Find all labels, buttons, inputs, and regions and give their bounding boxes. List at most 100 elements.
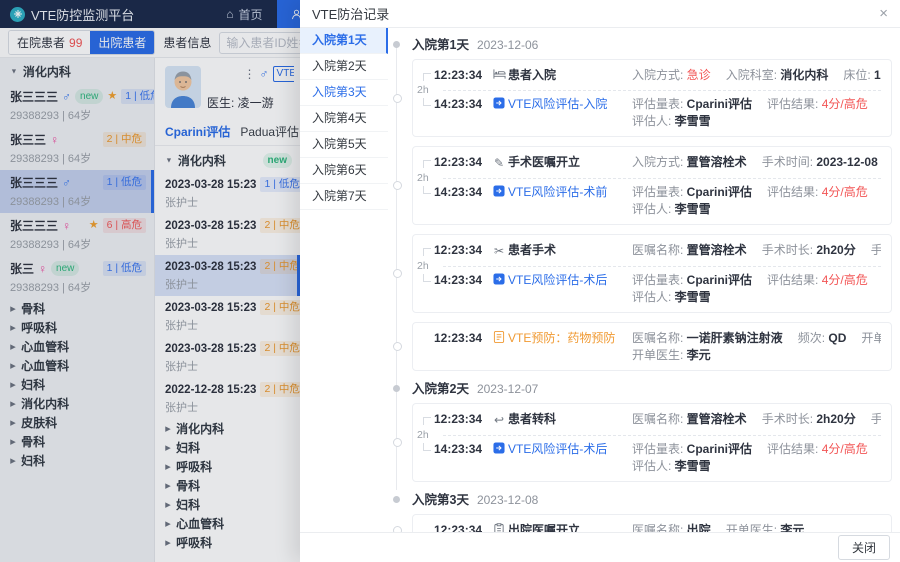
day-tab-入院第4天[interactable]: 入院第4天: [300, 106, 388, 132]
field-value: Cparini评估: [687, 185, 752, 199]
field-label: 评估结果:: [767, 273, 822, 287]
field-value: Cparini评估: [687, 273, 752, 287]
pair-bracket: [423, 248, 431, 256]
field-label: 医嘱名称:: [632, 331, 687, 345]
field-value: 李元: [780, 523, 804, 532]
day-tab-入院第3天[interactable]: 入院第3天: [300, 80, 388, 106]
event-row: 14:23:34VTE风险评估-术后评估量表: Cparini评估评估结果: 4…: [423, 441, 881, 475]
field-value: 4分/高危: [822, 185, 868, 199]
event-name[interactable]: VTE风险评估-术后: [508, 272, 632, 289]
field: 医嘱名称: 置管溶栓术: [632, 412, 747, 426]
field-label: 开单医生:: [632, 348, 687, 362]
field: 手术时长: 2h20分: [762, 243, 856, 257]
day-tab-入院第2天[interactable]: 入院第2天: [300, 54, 388, 80]
assessment-icon: [490, 442, 508, 454]
field-label: 开单平台:: [861, 331, 881, 345]
field: 手术医生: 张——: [871, 412, 881, 426]
field-label: 医嘱名称:: [632, 523, 687, 532]
event-fields: 医嘱名称: 置管溶栓术手术时长: 2h20分手术医生: 张——: [632, 242, 881, 259]
transfer-icon: ↩: [490, 412, 508, 429]
field: 医嘱名称: 出院: [632, 523, 711, 532]
assessment-icon: [490, 185, 508, 197]
event-name[interactable]: VTE风险评估-术前: [508, 184, 632, 201]
field-label: 评估结果:: [767, 442, 822, 456]
event-row: 12:23:34✂患者手术医嘱名称: 置管溶栓术手术时长: 2h20分手术医生:…: [423, 242, 881, 260]
event-fields: 入院方式: 急诊入院科室: 消化内科床位: 103床责任医生: 张——: [632, 67, 881, 84]
duration-label: 2h: [417, 85, 443, 95]
pair-bracket: [423, 274, 431, 282]
day-title: 入院第1天: [412, 38, 469, 52]
field: 评估量表: Cparini评估: [632, 97, 752, 111]
pencil-icon: ✎: [490, 155, 508, 172]
field-value: 置管溶栓术: [687, 243, 747, 257]
field-value: 急诊: [687, 68, 711, 82]
event-row: 14:23:34VTE风险评估-术后评估量表: Cparini评估评估结果: 4…: [423, 272, 881, 306]
event-name[interactable]: VTE风险评估-术后: [508, 441, 632, 458]
field: 评估结果: 4分/高危: [767, 185, 868, 199]
duration-divider: 2h: [423, 261, 881, 271]
event-row: 14:23:34 VTE风险评估-入院评估量表: Cparini评估 评估结果: 4…: [423, 96, 881, 130]
duration-label: 2h: [417, 261, 443, 271]
field-label: 手术时间:: [762, 155, 817, 169]
field-label: 评估人:: [632, 290, 675, 304]
field-label: 评估人:: [632, 202, 675, 216]
day-tab-入院第1天[interactable]: 入院第1天: [300, 28, 388, 54]
field-label: 频次:: [798, 331, 829, 345]
duration-label: 2h: [417, 173, 443, 183]
timeline-card: 12:23:34患者入院入院方式: 急诊入院科室: 消化内科床位: 103床责任…: [412, 59, 892, 137]
field: 评估人: 李雪雪: [632, 114, 711, 128]
field: 频次: QD: [798, 331, 847, 345]
clipboard-icon: [490, 523, 508, 532]
day-tab-入院第7天[interactable]: 入院第7天: [300, 184, 388, 210]
pair-bracket: [423, 73, 431, 81]
field-label: 手术医生:: [871, 243, 881, 257]
field-value: 李雪雪: [675, 202, 711, 216]
drawer-header: VTE防治记录 ×: [300, 0, 900, 28]
field: 评估结果: 4分/高危: [767, 97, 868, 111]
field: 入院方式: 急诊: [632, 68, 711, 82]
duration-divider: 2h: [423, 85, 881, 95]
close-icon[interactable]: ×: [879, 6, 888, 21]
field: 医嘱名称: 置管溶栓术: [632, 243, 747, 257]
field-value: 消化内科: [780, 68, 828, 82]
field-label: 入院方式:: [632, 68, 687, 82]
event-name[interactable]: VTE风险评估-入院: [508, 96, 632, 113]
field-label: 入院方式:: [632, 155, 687, 169]
event-row: 12:23:34✎手术医嘱开立入院方式: 置管溶栓术手术时间: 2023-12-…: [423, 154, 881, 172]
field: 评估量表: Cparini评估: [632, 273, 752, 287]
field-label: 评估人:: [632, 114, 675, 128]
field-label: 医嘱名称:: [632, 412, 687, 426]
dashed-line: [443, 435, 881, 436]
event-name: 患者手术: [508, 242, 632, 259]
event-time: 14:23:34: [434, 96, 490, 113]
close-button[interactable]: 关闭: [838, 535, 890, 560]
field-label: 评估结果:: [767, 97, 822, 111]
field-value: Cparini评估: [687, 97, 752, 111]
event-fields: 医嘱名称: 出院开单医生: 李元: [632, 522, 881, 532]
field-label: 评估量表:: [632, 185, 687, 199]
field: 入院方式: 置管溶栓术: [632, 155, 747, 169]
day-header: 入院第2天2023-12-07: [412, 380, 892, 398]
field: 入院科室: 消化内科: [726, 68, 829, 82]
event-time: 12:23:34: [434, 67, 490, 84]
event-fields: 评估量表: Cparini评估评估结果: 4分/高危出血评估: 有出血风险评估人…: [632, 96, 881, 130]
day-header: 入院第3天2023-12-08: [412, 491, 892, 509]
field: 开单平台: VTE监控防治平台: [861, 331, 881, 345]
modal-dim-mask: [0, 0, 300, 562]
field-label: 手术医生:: [871, 412, 881, 426]
day-tab-入院第6天[interactable]: 入院第6天: [300, 158, 388, 184]
field-label: 入院科室:: [726, 68, 781, 82]
event-row: 12:23:34出院医嘱开立医嘱名称: 出院开单医生: 李元: [423, 522, 881, 532]
day-tab-入院第5天[interactable]: 入院第5天: [300, 132, 388, 158]
event-time: 12:23:34: [434, 242, 490, 259]
pair-bracket: [423, 417, 431, 425]
event-name: 患者入院: [508, 67, 632, 84]
day-date: 2023-12-08: [477, 493, 538, 507]
field-value: 李雪雪: [675, 290, 711, 304]
pair-bracket: [423, 330, 431, 338]
day-title: 入院第2天: [412, 382, 469, 396]
event-row: 12:23:34患者入院入院方式: 急诊入院科室: 消化内科床位: 103床责任…: [423, 67, 881, 84]
event-time: 12:23:34: [434, 330, 490, 347]
pair-bracket: [423, 522, 431, 530]
field-value: QD: [828, 331, 846, 345]
